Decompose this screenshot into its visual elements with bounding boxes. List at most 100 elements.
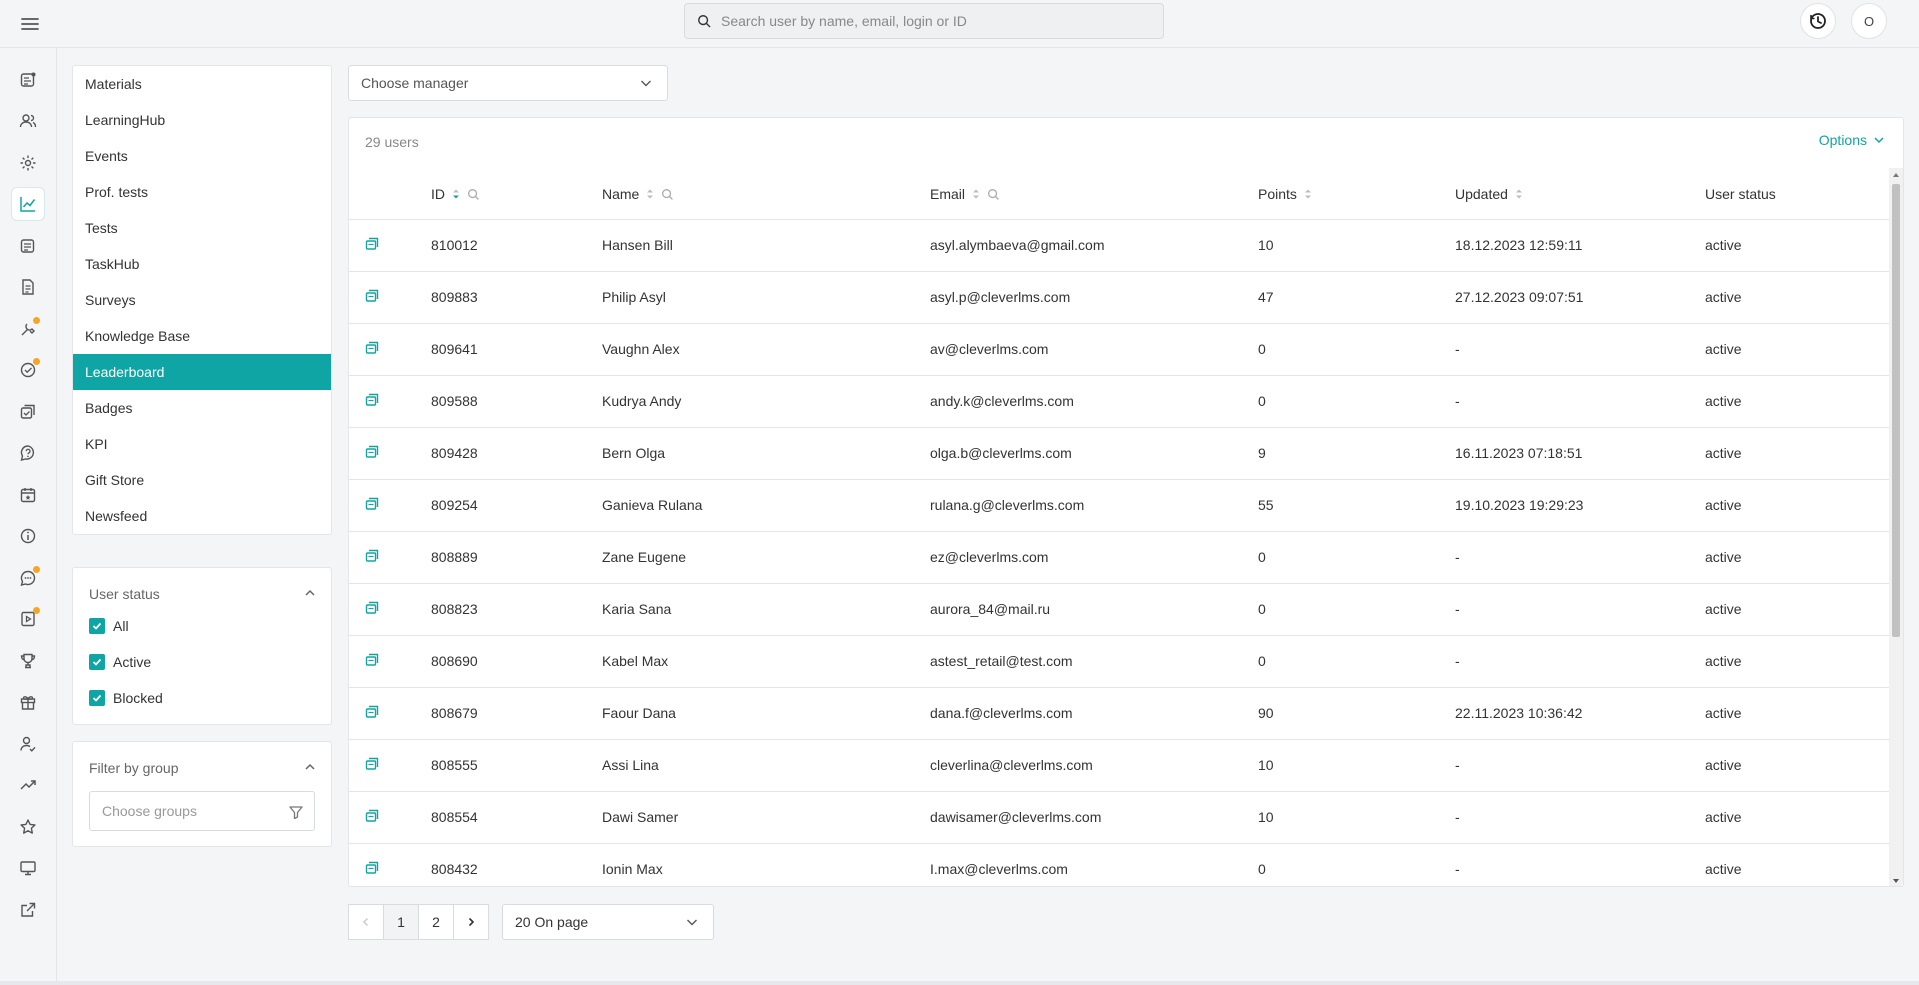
- sort-icon[interactable]: [971, 187, 981, 201]
- column-search-icon[interactable]: [987, 188, 1000, 201]
- rail-tasks-icon[interactable]: [11, 229, 45, 263]
- status-active-checkbox[interactable]: Active: [89, 654, 151, 670]
- scroll-up-arrow-icon[interactable]: [1892, 171, 1900, 179]
- hamburger-menu-icon[interactable]: [18, 12, 42, 36]
- rail-users-icon[interactable]: [11, 104, 45, 138]
- status-all-checkbox[interactable]: All: [89, 618, 129, 634]
- status-blocked-checkbox[interactable]: Blocked: [89, 690, 163, 706]
- table-row[interactable]: 808555 Assi Lina cleverlina@cleverlms.co…: [349, 740, 1889, 792]
- table-row[interactable]: 809588 Kudrya Andy andy.k@cleverlms.com …: [349, 376, 1889, 428]
- table-row[interactable]: 808823 Karia Sana aurora_84@mail.ru 0 - …: [349, 584, 1889, 636]
- page-1-button[interactable]: 1: [383, 904, 419, 940]
- menu-item-knowledge-base[interactable]: Knowledge Base: [73, 318, 331, 354]
- column-header-updated[interactable]: Updated: [1455, 186, 1524, 202]
- rail-info-icon[interactable]: [11, 519, 45, 553]
- rail-trending-icon[interactable]: [11, 768, 45, 802]
- open-profile-icon[interactable]: [365, 601, 379, 615]
- table-row[interactable]: 808554 Dawi Samer dawisamer@cleverlms.co…: [349, 792, 1889, 844]
- rail-document-icon[interactable]: [11, 270, 45, 304]
- table-row[interactable]: 809254 Ganieva Rulana rulana.g@cleverlms…: [349, 480, 1889, 532]
- rail-analytics-icon[interactable]: [11, 187, 45, 221]
- cell-status: active: [1705, 705, 1742, 721]
- cell-points: 10: [1258, 809, 1274, 825]
- menu-item-gift-store[interactable]: Gift Store: [73, 462, 331, 498]
- table-row[interactable]: 808889 Zane Eugene ez@cleverlms.com 0 - …: [349, 532, 1889, 584]
- open-profile-icon[interactable]: [365, 237, 379, 251]
- scroll-down-arrow-icon[interactable]: [1892, 877, 1900, 885]
- choose-groups-input[interactable]: [102, 803, 282, 819]
- next-page-button[interactable]: [453, 904, 489, 940]
- rail-calendar-icon[interactable]: [11, 478, 45, 512]
- open-profile-icon[interactable]: [365, 861, 379, 875]
- open-profile-icon[interactable]: [365, 757, 379, 771]
- open-profile-icon[interactable]: [365, 497, 379, 511]
- menu-item-learninghub[interactable]: LearningHub: [73, 102, 331, 138]
- column-search-icon[interactable]: [467, 188, 480, 201]
- rail-video-icon[interactable]: [11, 602, 45, 636]
- table-row[interactable]: 808679 Faour Dana dana.f@cleverlms.com 9…: [349, 688, 1889, 740]
- sort-icon[interactable]: [645, 187, 655, 201]
- table-row[interactable]: 809641 Vaughn Alex av@cleverlms.com 0 - …: [349, 324, 1889, 376]
- rail-star-icon[interactable]: [11, 810, 45, 844]
- menu-item-events[interactable]: Events: [73, 138, 331, 174]
- page-2-button[interactable]: 2: [418, 904, 454, 940]
- table-row[interactable]: 808690 Kabel Max astest_retail@test.com …: [349, 636, 1889, 688]
- open-profile-icon[interactable]: [365, 393, 379, 407]
- cell-id: 808690: [431, 653, 478, 669]
- rail-dashboard-icon[interactable]: [11, 63, 45, 97]
- rail-chat-icon[interactable]: [11, 561, 45, 595]
- table-scrollbar[interactable]: [1889, 168, 1903, 886]
- open-profile-icon[interactable]: [365, 445, 379, 459]
- rail-external-link-icon[interactable]: [11, 893, 45, 927]
- column-header-points[interactable]: Points: [1258, 186, 1313, 202]
- rail-settings-icon[interactable]: [11, 146, 45, 180]
- table-row[interactable]: 809883 Philip Asyl asyl.p@cleverlms.com …: [349, 272, 1889, 324]
- prev-page-button[interactable]: [348, 904, 384, 940]
- rail-help-icon[interactable]: [11, 436, 45, 470]
- open-profile-icon[interactable]: [365, 705, 379, 719]
- column-header-id[interactable]: ID: [431, 186, 480, 202]
- menu-item-materials[interactable]: Materials: [73, 66, 331, 102]
- column-header-email[interactable]: Email: [930, 186, 1000, 202]
- open-profile-icon[interactable]: [365, 341, 379, 355]
- table-row[interactable]: 808432 Ionin Max I.max@cleverlms.com 0 -…: [349, 844, 1889, 886]
- table-row[interactable]: 809428 Bern Olga olga.b@cleverlms.com 9 …: [349, 428, 1889, 480]
- scrollbar-thumb[interactable]: [1892, 184, 1900, 637]
- menu-item-kpi[interactable]: KPI: [73, 426, 331, 462]
- open-profile-icon[interactable]: [365, 809, 379, 823]
- menu-item-taskhub[interactable]: TaskHub: [73, 246, 331, 282]
- user-avatar[interactable]: O: [1851, 3, 1887, 39]
- collapse-chevron-up-icon[interactable]: [303, 586, 317, 603]
- choose-groups-field[interactable]: [89, 791, 315, 831]
- per-page-select[interactable]: 20 On page: [502, 904, 714, 940]
- open-profile-icon[interactable]: [365, 289, 379, 303]
- options-button[interactable]: Options: [1819, 132, 1885, 148]
- open-profile-icon[interactable]: [365, 653, 379, 667]
- open-profile-icon[interactable]: [365, 549, 379, 563]
- sort-descending-icon[interactable]: [451, 187, 461, 201]
- user-search-input[interactable]: [721, 13, 1141, 29]
- menu-item-tests[interactable]: Tests: [73, 210, 331, 246]
- user-search-box[interactable]: [684, 3, 1164, 39]
- menu-item-leaderboard[interactable]: Leaderboard: [73, 354, 331, 390]
- history-button[interactable]: [1800, 3, 1836, 39]
- rail-trophy-icon[interactable]: [11, 644, 45, 678]
- choose-manager-select[interactable]: Choose manager: [348, 65, 668, 101]
- sort-icon[interactable]: [1303, 187, 1313, 201]
- menu-item-surveys[interactable]: Surveys: [73, 282, 331, 318]
- table-row[interactable]: 810012 Hansen Bill asyl.alymbaeva@gmail.…: [349, 220, 1889, 272]
- rail-copy-icon[interactable]: [11, 395, 45, 429]
- rail-gift-icon[interactable]: [11, 685, 45, 719]
- rail-tools-icon[interactable]: [11, 312, 45, 346]
- column-header-name[interactable]: Name: [602, 186, 674, 202]
- column-search-icon[interactable]: [661, 188, 674, 201]
- collapse-chevron-up-icon[interactable]: [303, 760, 317, 777]
- rail-user-check-icon[interactable]: [11, 727, 45, 761]
- rail-check-icon[interactable]: [11, 353, 45, 387]
- filter-icon[interactable]: [288, 804, 304, 820]
- menu-item-newsfeed[interactable]: Newsfeed: [73, 498, 331, 534]
- rail-monitor-icon[interactable]: [11, 851, 45, 885]
- menu-item-badges[interactable]: Badges: [73, 390, 331, 426]
- sort-icon[interactable]: [1514, 187, 1524, 201]
- menu-item-prof-tests[interactable]: Prof. tests: [73, 174, 331, 210]
